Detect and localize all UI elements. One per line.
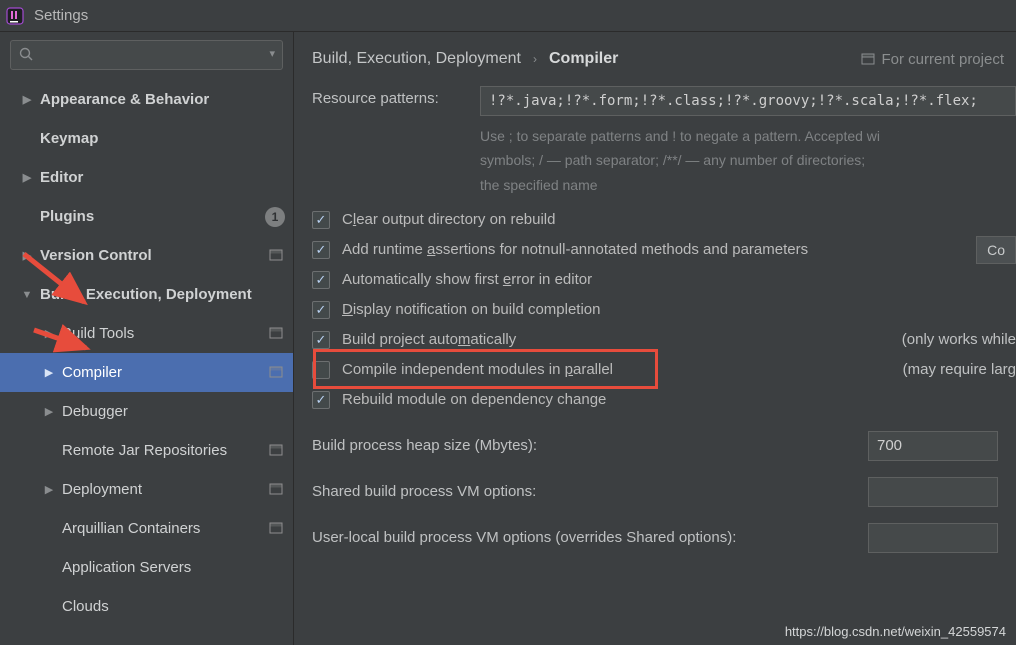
breadcrumb: Build, Execution, Deployment › Compiler … [312,50,1016,68]
checkbox-row: ✓ Compile independent modules in parallel… [312,355,1016,385]
sidebar-item-appearance-behavior[interactable]: ▶ Appearance & Behavior [0,80,293,119]
chevron-right-icon: ▶ [42,327,56,340]
project-scope-icon [269,248,285,264]
shared-vm-input[interactable] [868,477,998,507]
sidebar-item-label: Keymap [40,130,285,147]
checkbox-label[interactable]: Rebuild module on dependency change [342,391,606,408]
chevron-right-icon: ▶ [20,249,34,262]
checkbox[interactable]: ✓ [312,271,330,289]
checkbox[interactable]: ✓ [312,211,330,229]
sidebar-item-label: Debugger [62,403,285,420]
sidebar-item-label: Plugins [40,208,265,225]
sidebar-item-label: Appearance & Behavior [40,91,285,108]
chevron-right-icon: › [533,52,537,66]
settings-main: Build, Execution, Deployment › Compiler … [294,32,1016,645]
sidebar-item-arquillian-containers[interactable]: Arquillian Containers [0,509,293,548]
sidebar-item-remote-jar-repositories[interactable]: Remote Jar Repositories [0,431,293,470]
resource-hint: symbols; / — path separator; /**/ — any … [480,150,1016,170]
window-title: Settings [34,7,88,24]
checkbox-label[interactable]: Build project automatically [342,331,516,348]
project-scope-icon [269,521,285,537]
resource-patterns-input[interactable] [480,86,1016,116]
watermark: https://blog.csdn.net/weixin_42559574 [785,624,1006,639]
checkbox-row: ✓ Clear output directory on rebuild [312,205,1016,235]
search-input[interactable] [10,40,283,70]
configure-button[interactable]: Co [976,236,1016,264]
sidebar-item-deployment[interactable]: ▶ Deployment [0,470,293,509]
checkbox[interactable]: ✓ [312,361,330,379]
user-vm-label: User-local build process VM options (ove… [312,529,868,546]
sidebar-item-label: Arquillian Containers [62,520,265,537]
checkbox-label[interactable]: Add runtime assertions for notnull-annot… [342,241,808,258]
checkbox[interactable]: ✓ [312,301,330,319]
sidebar-item-label: Deployment [62,481,265,498]
app-icon [6,7,24,25]
sidebar-item-clouds[interactable]: Clouds [0,587,293,626]
sidebar-item-editor[interactable]: ▶ Editor [0,158,293,197]
sidebar-item-label: Remote Jar Repositories [62,442,265,459]
shared-vm-label: Shared build process VM options: [312,483,868,500]
checkbox-label[interactable]: Automatically show first error in editor [342,271,592,288]
checkbox-row: ✓ Automatically show first error in edito… [312,265,1016,295]
checkbox-row: ✓ Rebuild module on dependency change [312,385,1016,415]
sidebar-item-build-execution-deployment[interactable]: ▼ Build, Execution, Deployment [0,275,293,314]
for-current-project: For current project [861,51,1004,68]
breadcrumb-2: Compiler [549,50,618,67]
project-scope-icon [269,326,285,342]
sidebar-item-debugger[interactable]: ▶ Debugger [0,392,293,431]
heap-size-label: Build process heap size (Mbytes): [312,437,868,454]
checkbox-label[interactable]: Compile independent modules in parallel [342,361,613,378]
sidebar-item-label: Build, Execution, Deployment [40,286,285,303]
resource-patterns-label: Resource patterns: [312,86,480,107]
checkbox-row: ✓ Display notification on build completio… [312,295,1016,325]
titlebar: Settings [0,0,1016,32]
sidebar-item-label: Compiler [62,364,265,381]
sidebar-item-plugins[interactable]: Plugins1 [0,197,293,236]
checkbox[interactable]: ✓ [312,331,330,349]
sidebar-item-label: Editor [40,169,285,186]
project-scope-icon [269,443,285,459]
chevron-right-icon: ▶ [20,171,34,184]
chevron-right-icon: ▶ [42,405,56,418]
resource-hint: Use ; to separate patterns and ! to nega… [480,126,1016,146]
settings-sidebar: ▾ ▶ Appearance & Behavior Keymap ▶ Editor Plu… [0,32,294,645]
chevron-down-icon[interactable]: ▾ [269,47,275,60]
checkbox-row: ✓ Build project automatically (only works … [312,325,1016,355]
sidebar-item-label: Version Control [40,247,265,264]
chevron-right-icon: ▶ [20,93,34,106]
sidebar-item-version-control[interactable]: ▶ Version Control [0,236,293,275]
project-scope-icon [269,482,285,498]
chevron-right-icon: ▶ [42,483,56,496]
project-scope-icon [269,365,285,381]
checkbox[interactable]: ✓ [312,241,330,259]
checkbox-row: ✓ Add runtime assertions for notnull-anno… [312,235,1016,265]
checkbox-note: (only works while [902,331,1016,348]
search-icon [18,46,34,66]
user-vm-input[interactable] [868,523,998,553]
sidebar-item-compiler[interactable]: ▶ Compiler [0,353,293,392]
sidebar-item-build-tools[interactable]: ▶ Build Tools [0,314,293,353]
chevron-right-icon: ▶ [42,366,56,379]
checkbox-note: (may require larg [903,361,1016,378]
chevron-down-icon: ▼ [20,289,34,301]
checkbox[interactable]: ✓ [312,391,330,409]
resource-hint: the specified name [480,175,1016,195]
heap-size-input[interactable] [868,431,998,461]
sidebar-item-keymap[interactable]: Keymap [0,119,293,158]
breadcrumb-1[interactable]: Build, Execution, Deployment [312,50,521,68]
checkbox-label[interactable]: Display notification on build completion [342,301,601,318]
sidebar-item-application-servers[interactable]: Application Servers [0,548,293,587]
checkbox-label[interactable]: Clear output directory on rebuild [342,211,555,228]
count-badge: 1 [265,207,285,227]
sidebar-item-label: Clouds [62,598,285,615]
sidebar-item-label: Application Servers [62,559,285,576]
settings-tree: ▶ Appearance & Behavior Keymap ▶ Editor Plugi… [0,80,293,645]
sidebar-item-label: Build Tools [62,325,265,342]
